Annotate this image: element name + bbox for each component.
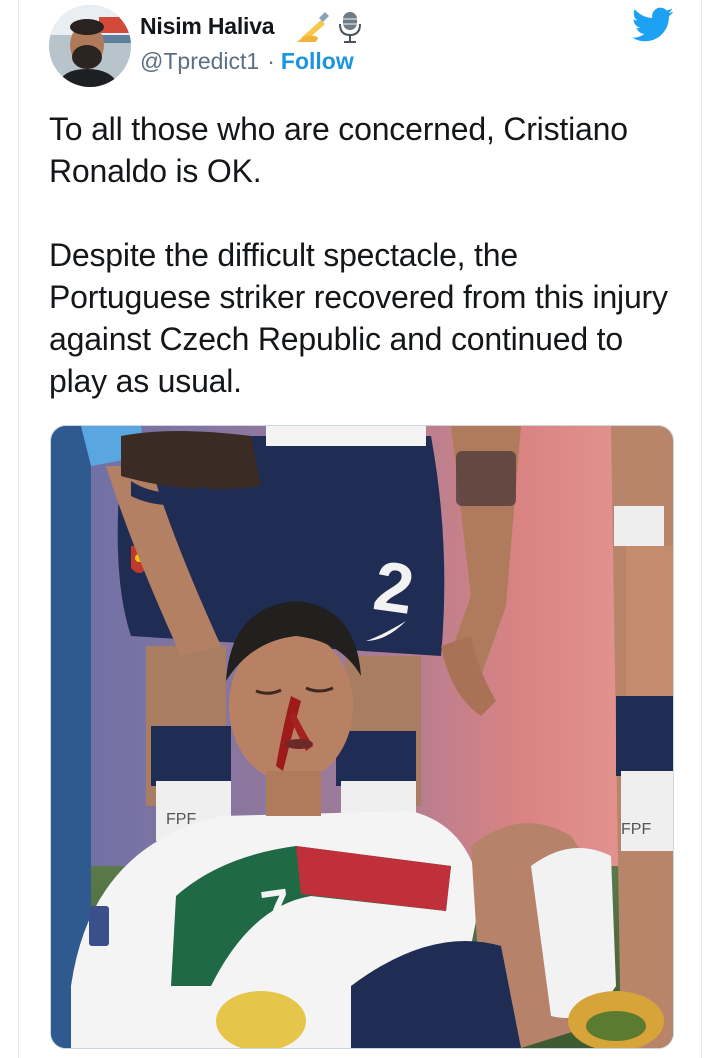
avatar[interactable] xyxy=(49,5,131,87)
tweet-card: Nisim Haliva @Tpredict1 · Follow To all th… xyxy=(18,0,702,1058)
sock-brand-right: FPF xyxy=(621,821,651,838)
handle-row: @Tpredict1 · Follow xyxy=(140,48,354,75)
tweet-paragraph-2: Despite the difficult spectacle, the Por… xyxy=(49,237,668,399)
tweet-photo[interactable]: 2 FPF FPF 7 xyxy=(50,425,674,1049)
photo-illustration: 2 FPF FPF 7 xyxy=(51,426,673,1048)
separator-dot: · xyxy=(267,48,275,74)
user-handle[interactable]: @Tpredict1 xyxy=(140,48,259,74)
writing-hand-icon xyxy=(297,12,329,42)
tweet-text: To all those who are concerned, Cristian… xyxy=(49,108,679,402)
microphone-icon xyxy=(339,12,361,43)
display-name[interactable]: Nisim Haliva xyxy=(140,13,275,40)
name-emoji-group xyxy=(297,12,361,43)
tweet-paragraph-1: To all those who are concerned, Cristian… xyxy=(49,111,628,189)
follow-button[interactable]: Follow xyxy=(281,48,354,74)
twitter-bird-icon[interactable] xyxy=(632,7,674,43)
avatar-image xyxy=(49,5,131,87)
